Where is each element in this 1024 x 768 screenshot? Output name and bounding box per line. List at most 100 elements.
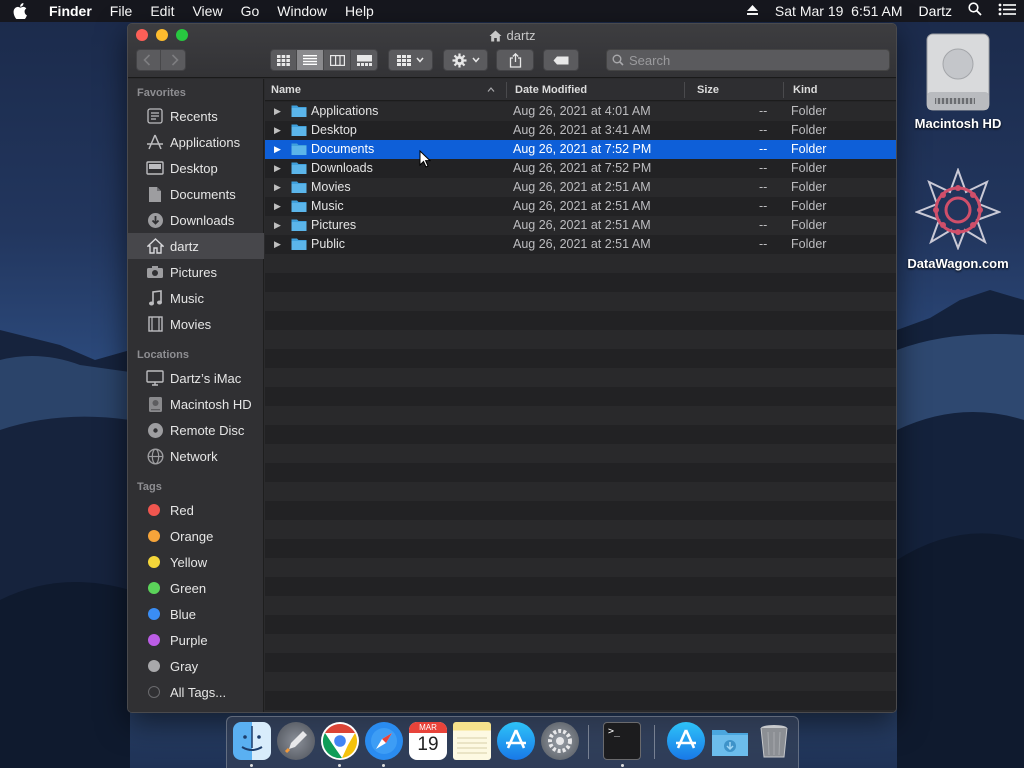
sidebar-item-label: dartz	[170, 238, 199, 254]
group-by-button[interactable]	[388, 49, 433, 71]
gallery-icon	[357, 54, 372, 66]
downloads-folder-icon[interactable]	[711, 722, 749, 760]
disclosure-triangle-icon[interactable]: ▶	[274, 102, 281, 121]
back-button[interactable]	[134, 50, 161, 70]
sidebar-item-recents[interactable]: Recents	[128, 103, 264, 129]
sidebar-item-documents[interactable]: Documents	[128, 181, 264, 207]
terminal-icon[interactable]: >_	[603, 722, 641, 760]
desktop-icon-macintosh-hd[interactable]: Macintosh HD	[903, 30, 1013, 131]
favorites-heading: Favorites	[137, 87, 186, 99]
search-input[interactable]	[629, 52, 869, 68]
sidebar-item-applications[interactable]: Applications	[128, 129, 264, 155]
launchpad-icon[interactable]	[277, 722, 315, 760]
sidebar-item-remote-disc[interactable]: Remote Disc	[128, 417, 264, 443]
edit-tags-button[interactable]	[543, 49, 579, 71]
app-store-icon[interactable]	[497, 722, 535, 760]
menu-go[interactable]: Go	[232, 0, 269, 22]
spotlight-search-icon[interactable]	[960, 0, 990, 22]
trash-icon[interactable]	[755, 722, 793, 760]
menu-edit[interactable]: Edit	[141, 0, 183, 22]
file-row-downloads[interactable]: ▶ Downloads Aug 26, 2021 at 7:52 PM -- F…	[265, 159, 896, 178]
sidebar-item-dartz[interactable]: dartz	[128, 233, 264, 259]
calendar-icon[interactable]: MAR 19	[409, 722, 447, 760]
sidebar-tag-yellow[interactable]: Yellow	[128, 549, 264, 575]
applications-folder-icon[interactable]	[667, 722, 705, 760]
search-icon	[612, 54, 624, 66]
sidebar-item-movies[interactable]: Movies	[128, 311, 264, 337]
gear-icon	[452, 53, 466, 67]
menu-user[interactable]: Dartz	[911, 0, 960, 22]
disclosure-triangle-icon[interactable]: ▶	[274, 178, 281, 197]
sidebar-tag-orange[interactable]: Orange	[128, 523, 264, 549]
icon-view-button[interactable]	[271, 50, 297, 70]
sidebar-tag-purple[interactable]: Purple	[128, 627, 264, 653]
safari-icon[interactable]	[365, 722, 403, 760]
column-date-header[interactable]: Date Modified	[515, 79, 587, 101]
running-indicator	[621, 764, 624, 767]
file-row-movies[interactable]: ▶ Movies Aug 26, 2021 at 2:51 AM -- Fold…	[265, 178, 896, 197]
menu-finder[interactable]: Finder	[40, 0, 101, 22]
orange-tag-dot-icon	[148, 530, 160, 542]
sidebar-tag-gray[interactable]: Gray	[128, 653, 264, 679]
menu-window[interactable]: Window	[268, 0, 336, 22]
sidebar-item-imac[interactable]: Dartz’s iMac	[128, 365, 264, 391]
disclosure-triangle-icon[interactable]: ▶	[274, 216, 281, 235]
sidebar-tag-blue[interactable]: Blue	[128, 601, 264, 627]
finder-icon[interactable]	[233, 722, 271, 760]
column-divider[interactable]	[783, 82, 784, 98]
column-size-header[interactable]: Size	[697, 79, 719, 101]
file-row-desktop[interactable]: ▶ Desktop Aug 26, 2021 at 3:41 AM -- Fol…	[265, 121, 896, 140]
disclosure-triangle-icon[interactable]: ▶	[274, 140, 281, 159]
disclosure-triangle-icon[interactable]: ▶	[274, 121, 281, 140]
action-menu-button[interactable]	[443, 49, 488, 71]
apple-menu-icon[interactable]	[0, 3, 40, 19]
file-row-documents[interactable]: ▶ Documents Aug 26, 2021 at 7:52 PM -- F…	[265, 140, 896, 159]
file-row-applications[interactable]: ▶ Applications Aug 26, 2021 at 4:01 AM -…	[265, 102, 896, 121]
sidebar-item-network[interactable]: Network	[128, 443, 264, 469]
eject-icon[interactable]	[738, 0, 767, 22]
finder-window: dartz Search Favorites Recents Applicati…	[127, 23, 897, 713]
disclosure-triangle-icon[interactable]: ▶	[274, 235, 281, 254]
share-button[interactable]	[496, 49, 534, 71]
sidebar-item-macintosh-hd[interactable]: Macintosh HD	[128, 391, 264, 417]
sidebar-item-music[interactable]: Music	[128, 285, 264, 311]
file-kind: Folder	[791, 237, 827, 251]
disclosure-triangle-icon[interactable]: ▶	[274, 159, 281, 178]
column-divider[interactable]	[684, 82, 685, 98]
file-name: Music	[311, 199, 344, 213]
file-row-music[interactable]: ▶ Music Aug 26, 2021 at 2:51 AM -- Folde…	[265, 197, 896, 216]
menu-clock[interactable]: Sat Mar 19 6:51 AM	[767, 0, 911, 22]
chrome-icon[interactable]	[321, 722, 359, 760]
column-name-header[interactable]: Name	[271, 79, 301, 101]
search-field[interactable]	[606, 49, 890, 71]
title-bar[interactable]: dartz	[128, 24, 896, 78]
sidebar-item-downloads[interactable]: Downloads	[128, 207, 264, 233]
sidebar-item-pictures[interactable]: Pictures	[128, 259, 264, 285]
column-divider[interactable]	[506, 82, 507, 98]
file-name: Movies	[311, 180, 351, 194]
sidebar-tag-green[interactable]: Green	[128, 575, 264, 601]
file-row-public[interactable]: ▶ Public Aug 26, 2021 at 2:51 AM -- Fold…	[265, 235, 896, 254]
list-view-button[interactable]	[297, 50, 324, 70]
file-row-pictures[interactable]: ▶ Pictures Aug 26, 2021 at 2:51 AM -- Fo…	[265, 216, 896, 235]
column-kind-header[interactable]: Kind	[793, 79, 817, 101]
disclosure-triangle-icon[interactable]: ▶	[274, 197, 281, 216]
folder-icon	[291, 180, 307, 194]
sidebar-item-desktop[interactable]: Desktop	[128, 155, 264, 181]
desktop-icon-datawagon[interactable]: DataWagon.com	[903, 168, 1013, 271]
menu-view[interactable]: View	[183, 0, 231, 22]
forward-button[interactable]	[161, 50, 188, 70]
sidebar-all-tags[interactable]: All Tags...	[128, 679, 264, 705]
gallery-view-button[interactable]	[351, 50, 377, 70]
file-name: Applications	[311, 104, 379, 118]
file-date: Aug 26, 2021 at 2:51 AM	[513, 237, 651, 251]
notes-icon[interactable]	[453, 722, 491, 760]
sidebar-item-label: Downloads	[170, 212, 235, 228]
menu-file[interactable]: File	[101, 0, 142, 22]
menu-help[interactable]: Help	[336, 0, 383, 22]
notification-center-icon[interactable]	[990, 0, 1024, 22]
column-view-button[interactable]	[324, 50, 351, 70]
home-icon	[489, 30, 502, 41]
sidebar-tag-red[interactable]: Red	[128, 497, 264, 523]
system-preferences-icon[interactable]	[541, 722, 579, 760]
